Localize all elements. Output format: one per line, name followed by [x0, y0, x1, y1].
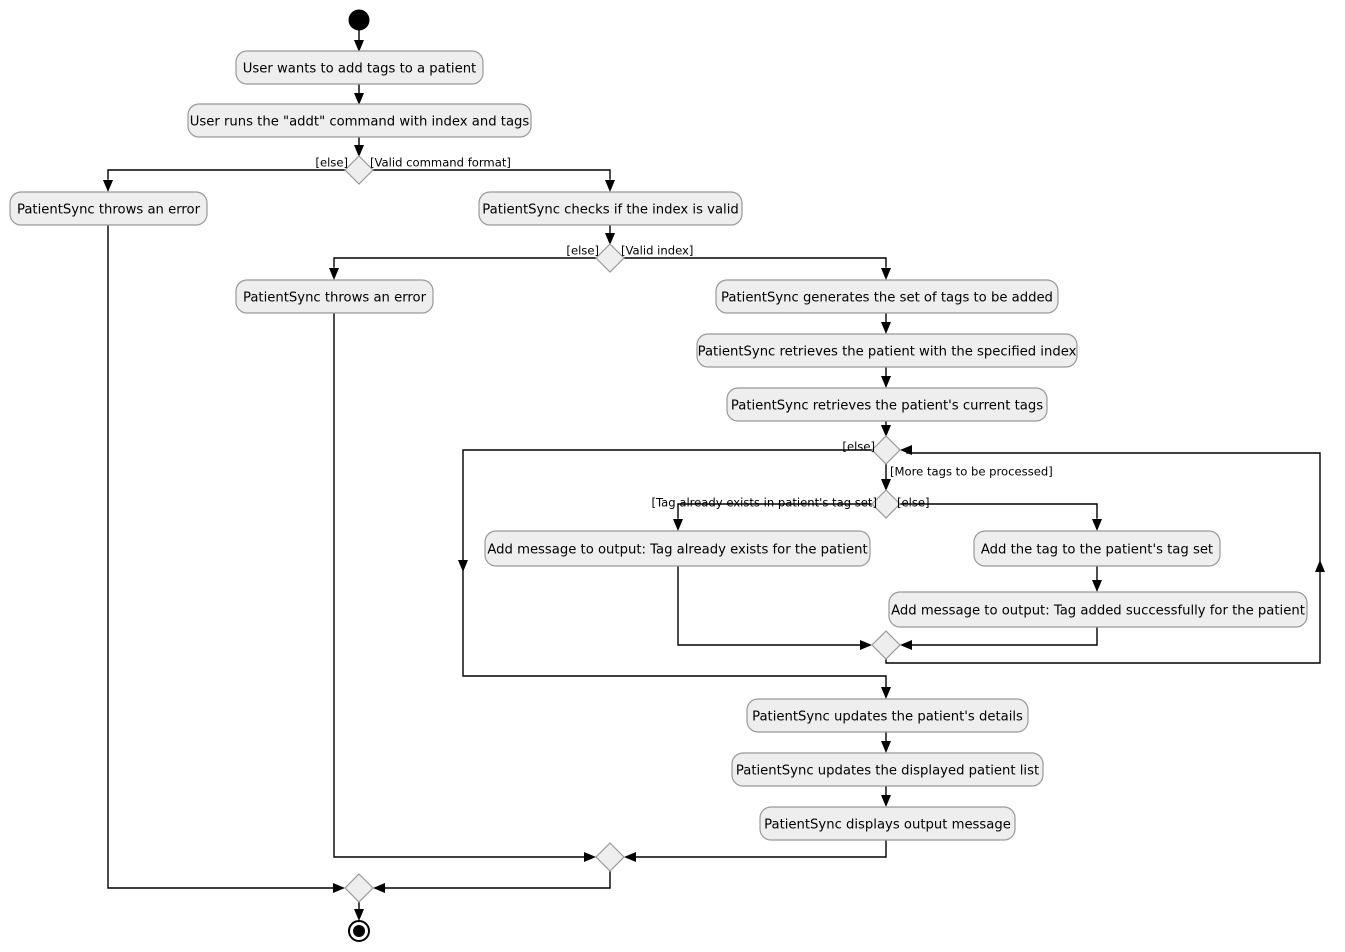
arrow-head-icon	[900, 445, 912, 455]
activity-label: PatientSync updates the patient's detail…	[752, 710, 1023, 725]
arrow-head-icon	[673, 519, 683, 531]
end-node	[348, 920, 370, 942]
guard-label-else-index: [else]	[566, 244, 599, 258]
final-merge[interactable]	[344, 873, 374, 903]
edge-a9-to-m1	[677, 565, 866, 646]
activity-node-check-index-valid[interactable]: PatientSync checks if the index is valid	[478, 191, 743, 226]
arrow-head-icon	[584, 852, 596, 862]
activity-node-retrieve-current-tags[interactable]: PatientSync retrieves the patient's curr…	[726, 387, 1048, 422]
edge-a14-to-m2	[630, 839, 887, 858]
edge-d2-valid-to-a6	[623, 257, 887, 268]
guard-label-more-tags: [More tags to be processed]	[890, 465, 1053, 479]
activity-label: PatientSync checks if the index is valid	[482, 203, 738, 218]
edge-m2-to-m3	[379, 870, 611, 889]
activity-node-display-output-message[interactable]: PatientSync displays output message	[759, 806, 1016, 841]
activity-label: PatientSync retrieves the patient with t…	[698, 345, 1077, 360]
more-tags-loop-decision[interactable]	[871, 435, 901, 465]
activity-node-add-tag-to-set[interactable]: Add the tag to the patient's tag set	[973, 530, 1221, 567]
guard-label-else-command-format: [else]	[315, 156, 348, 170]
edge-d1-valid-to-a4	[372, 169, 611, 180]
arrow-head-icon	[354, 40, 364, 52]
arrow-head-icon	[329, 268, 339, 280]
edge-d3-else-loop-exit	[462, 449, 887, 693]
arrow-head-icon	[1092, 519, 1102, 531]
guard-label-tag-already-exists: [Tag already exists in patient's tag set…	[652, 496, 878, 510]
arrow-head-icon	[1092, 580, 1102, 592]
arrow-head-icon	[881, 322, 891, 334]
edge-layer	[103, 29, 1325, 921]
arrow-head-icon	[881, 687, 891, 699]
edge-d1-else-to-a3	[107, 169, 346, 180]
arrow-head-icon	[881, 268, 891, 280]
guard-label-valid-command-format: [Valid command format]	[370, 156, 511, 170]
arrow-head-icon	[881, 741, 891, 753]
activity-node-throws-error-invalid-index[interactable]: PatientSync throws an error	[235, 279, 434, 314]
activity-label: PatientSync retrieves the patient's curr…	[731, 399, 1043, 414]
edge-a5-to-m2	[333, 312, 590, 858]
activity-label: Add message to output: Tag added success…	[891, 604, 1305, 619]
activity-node-retrieve-patient-by-index[interactable]: PatientSync retrieves the patient with t…	[696, 333, 1078, 368]
activity-node-user-wants-add-tags[interactable]: User wants to add tags to a patient	[235, 50, 484, 85]
activity-label: Add message to output: Tag already exist…	[487, 543, 867, 558]
guard-label-else-tag: [else]	[897, 496, 930, 510]
guard-label-valid-index: [Valid index]	[621, 244, 693, 258]
arrow-head-icon	[354, 93, 364, 105]
activity-node-throws-error-command-format[interactable]: PatientSync throws an error	[9, 191, 208, 226]
arrow-head-icon	[860, 640, 872, 650]
arrow-head-icon	[624, 852, 636, 862]
arrow-head-icon	[881, 795, 891, 807]
uml-activity-diagram: User wants to add tags to a patient User…	[0, 0, 1345, 952]
activity-node-generate-tag-set[interactable]: PatientSync generates the set of tags to…	[715, 279, 1059, 314]
arrow-head-icon	[900, 640, 912, 650]
arrow-head-icon	[354, 909, 364, 921]
activity-node-update-displayed-patient-list[interactable]: PatientSync updates the displayed patien…	[731, 752, 1044, 787]
activity-node-output-tag-added-successfully[interactable]: Add message to output: Tag added success…	[888, 591, 1308, 628]
edge-a11-to-m1	[906, 626, 1098, 646]
activity-label: PatientSync updates the displayed patien…	[736, 764, 1039, 779]
activity-label: PatientSync throws an error	[243, 291, 427, 306]
activity-node-update-patient-details[interactable]: PatientSync updates the patient's detail…	[746, 698, 1029, 733]
edge-a3-to-m3	[107, 224, 339, 889]
activity-label: PatientSync displays output message	[764, 818, 1011, 833]
start-node	[348, 9, 370, 31]
activity-label: PatientSync generates the set of tags to…	[721, 291, 1053, 306]
arrow-head-icon	[103, 180, 113, 192]
edge-d2-else-to-a5	[333, 257, 597, 268]
arrow-head-icon	[1315, 560, 1325, 572]
loop-branch-merge[interactable]	[871, 630, 901, 660]
success-path-merge[interactable]	[595, 842, 625, 872]
activity-node-output-tag-already-exists[interactable]: Add message to output: Tag already exist…	[484, 530, 871, 567]
valid-index-decision[interactable]	[595, 243, 625, 273]
guard-label-else-loop: [else]	[842, 440, 875, 454]
arrow-head-icon	[605, 180, 615, 192]
arrow-head-icon	[881, 376, 891, 388]
arrow-head-icon	[458, 560, 468, 572]
activity-label: User runs the "addt" command with index …	[190, 115, 530, 130]
arrow-head-icon	[333, 883, 345, 893]
activity-label: Add the tag to the patient's tag set	[981, 543, 1213, 558]
activity-label: PatientSync throws an error	[17, 203, 201, 218]
diagram-canvas: User wants to add tags to a patient User…	[9, 9, 1325, 942]
activity-label: User wants to add tags to a patient	[243, 62, 476, 77]
arrow-head-icon	[373, 883, 385, 893]
activity-node-user-runs-addt-command[interactable]: User runs the "addt" command with index …	[187, 103, 532, 138]
valid-command-format-decision[interactable]	[344, 155, 374, 185]
